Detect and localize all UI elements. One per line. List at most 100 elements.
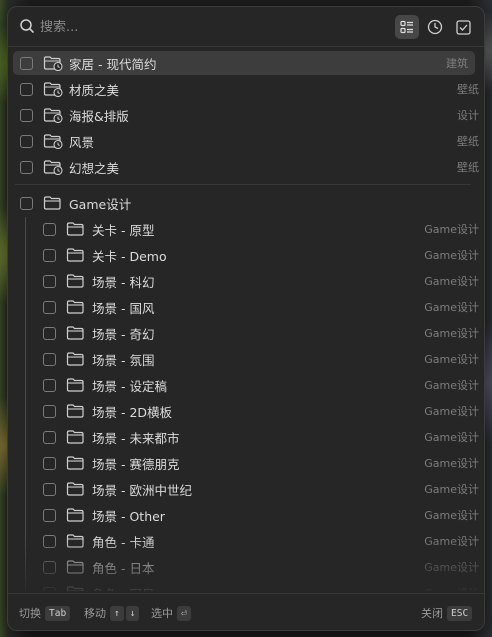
row-checkbox[interactable] xyxy=(20,56,33,70)
folder-label: 家居 - 现代简约 xyxy=(69,56,157,72)
folder-row-child-9[interactable]: 场景 - 赛德朋克 Game设计 xyxy=(8,451,484,475)
folder-row-recent-4[interactable]: 幻想之美 壁纸 xyxy=(8,155,484,179)
arrow-down-key: ↓ xyxy=(125,605,140,621)
folder-icon xyxy=(66,377,86,393)
folder-row-child-6[interactable]: 场景 - 设定稿 Game设计 xyxy=(8,373,484,397)
list-view-button[interactable] xyxy=(395,15,419,39)
folder-icon xyxy=(66,325,86,341)
folder-tag: Game设计 xyxy=(424,431,479,444)
folder-icon xyxy=(66,585,86,591)
folder-tag: Game设计 xyxy=(424,223,479,236)
folder-row-recent-2[interactable]: 海报&排版 设计 xyxy=(8,103,484,127)
shortcut-move: 移动 ↑ ↓ xyxy=(84,605,140,621)
move-label: 移动 xyxy=(84,607,106,620)
folder-icon xyxy=(66,273,86,289)
folder-icon xyxy=(66,299,86,315)
recent-folder-icon xyxy=(43,107,63,124)
esc-key: ESC xyxy=(447,605,473,621)
folder-row-recent-3[interactable]: 风景 壁纸 xyxy=(8,129,484,153)
search-input[interactable] xyxy=(40,17,340,37)
folder-label: 关卡 - 原型 xyxy=(92,222,155,238)
folder-row-child-8[interactable]: 场景 - 未来都市 Game设计 xyxy=(8,425,484,449)
selected-view-button[interactable] xyxy=(451,15,475,39)
folder-row-child-10[interactable]: 场景 - 欧洲中世纪 Game设计 xyxy=(8,477,484,501)
folder-tag: Game设计 xyxy=(424,509,479,522)
folder-label: 场景 - 奇幻 xyxy=(92,326,155,342)
folder-tag: 壁纸 xyxy=(457,83,479,96)
folder-row-recent-1[interactable]: 材质之美 壁纸 xyxy=(8,77,484,101)
folder-row-child-5[interactable]: 场景 - 氛围 Game设计 xyxy=(8,347,484,371)
folder-tag: Game设计 xyxy=(424,535,479,548)
recent-folder-icon xyxy=(43,81,63,98)
folder-row-recent-0[interactable]: 家居 - 现代简约 建筑 xyxy=(13,51,475,75)
folder-row-child-0[interactable]: 关卡 - 原型 Game设计 xyxy=(8,217,484,241)
row-checkbox[interactable] xyxy=(20,160,33,174)
row-checkbox[interactable] xyxy=(43,508,56,522)
folder-label: 场景 - 赛德朋克 xyxy=(92,456,180,472)
folder-label: 场景 - 氛围 xyxy=(92,352,155,368)
folder-tag: Game设计 xyxy=(424,301,479,314)
row-checkbox[interactable] xyxy=(43,326,56,340)
shortcut-close: 关闭 ESC xyxy=(421,605,473,621)
section-divider xyxy=(15,184,471,185)
folder-icon xyxy=(66,507,86,523)
folder-label: 场景 - 欧洲中世纪 xyxy=(92,482,192,498)
row-checkbox[interactable] xyxy=(43,586,56,591)
search-divider xyxy=(8,46,484,47)
search-bar xyxy=(8,7,484,47)
row-checkbox[interactable] xyxy=(43,378,56,392)
row-checkbox[interactable] xyxy=(43,352,56,366)
row-checkbox[interactable] xyxy=(20,196,33,210)
row-checkbox[interactable] xyxy=(20,134,33,148)
folder-icon xyxy=(66,481,86,497)
row-checkbox[interactable] xyxy=(43,560,56,574)
recent-folder-icon xyxy=(43,133,63,150)
folder-icon xyxy=(66,455,86,471)
shortcut-switch: 切换 Tab xyxy=(19,605,71,621)
row-checkbox[interactable] xyxy=(43,534,56,548)
list-view-icon xyxy=(400,20,413,34)
folder-icon xyxy=(66,429,86,445)
row-checkbox[interactable] xyxy=(43,482,56,496)
folder-label: 风景 xyxy=(69,134,95,150)
row-checkbox[interactable] xyxy=(43,274,56,288)
row-checkbox[interactable] xyxy=(20,82,33,96)
folder-tag: Game设计 xyxy=(424,561,479,574)
row-checkbox[interactable] xyxy=(43,456,56,470)
recent-folder-icon xyxy=(43,159,63,176)
folder-row-child-3[interactable]: 场景 - 国风 Game设计 xyxy=(8,295,484,319)
folder-icon xyxy=(66,533,86,549)
enter-key: ⏎ xyxy=(177,605,191,621)
folder-icon xyxy=(66,351,86,367)
recent-button[interactable] xyxy=(423,15,447,39)
search-icon xyxy=(20,19,34,33)
row-checkbox[interactable] xyxy=(43,248,56,262)
row-checkbox[interactable] xyxy=(43,300,56,314)
row-checkbox[interactable] xyxy=(20,108,33,122)
folder-row-child-2[interactable]: 场景 - 科幻 Game设计 xyxy=(8,269,484,293)
folder-row-group[interactable]: Game设计 xyxy=(8,191,484,215)
switch-label: 切换 xyxy=(19,607,41,620)
folder-row-child-11[interactable]: 场景 - Other Game设计 xyxy=(8,503,484,527)
row-checkbox[interactable] xyxy=(43,404,56,418)
folder-tag: Game设计 xyxy=(424,327,479,340)
folder-row-child-13[interactable]: 角色 - 日本 Game设计 xyxy=(8,555,484,579)
folder-label: 场景 - 国风 xyxy=(92,300,155,316)
folder-tag: 建筑 xyxy=(446,57,468,70)
shortcut-select: 选中 ⏎ xyxy=(151,605,191,621)
folder-row-child-7[interactable]: 场景 - 2D横板 Game设计 xyxy=(8,399,484,423)
folder-icon xyxy=(66,559,86,575)
row-checkbox[interactable] xyxy=(43,430,56,444)
folder-row-child-4[interactable]: 场景 - 奇幻 Game设计 xyxy=(8,321,484,345)
folder-label: 场景 - Other xyxy=(92,508,165,524)
folder-row-child-1[interactable]: 关卡 - Demo Game设计 xyxy=(8,243,484,267)
row-checkbox[interactable] xyxy=(43,222,56,236)
folder-row-child-14[interactable]: 角色 - 国风 Game设计 xyxy=(8,581,484,591)
shortcut-footer: 切换 Tab 移动 ↑ ↓ 选中 ⏎ 关闭 ESC xyxy=(8,594,484,630)
folder-label: 材质之美 xyxy=(69,82,120,98)
folder-tag: Game设计 xyxy=(424,249,479,262)
folder-icon xyxy=(66,403,86,419)
folder-list[interactable]: 家居 - 现代简约 建筑 材质之美 壁纸 海报&排版 设计 风景 壁纸 幻想之美 壁纸 Game设计… xyxy=(8,51,484,591)
recent-folder-icon xyxy=(43,55,63,72)
folder-row-child-12[interactable]: 角色 - 卡通 Game设计 xyxy=(8,529,484,553)
